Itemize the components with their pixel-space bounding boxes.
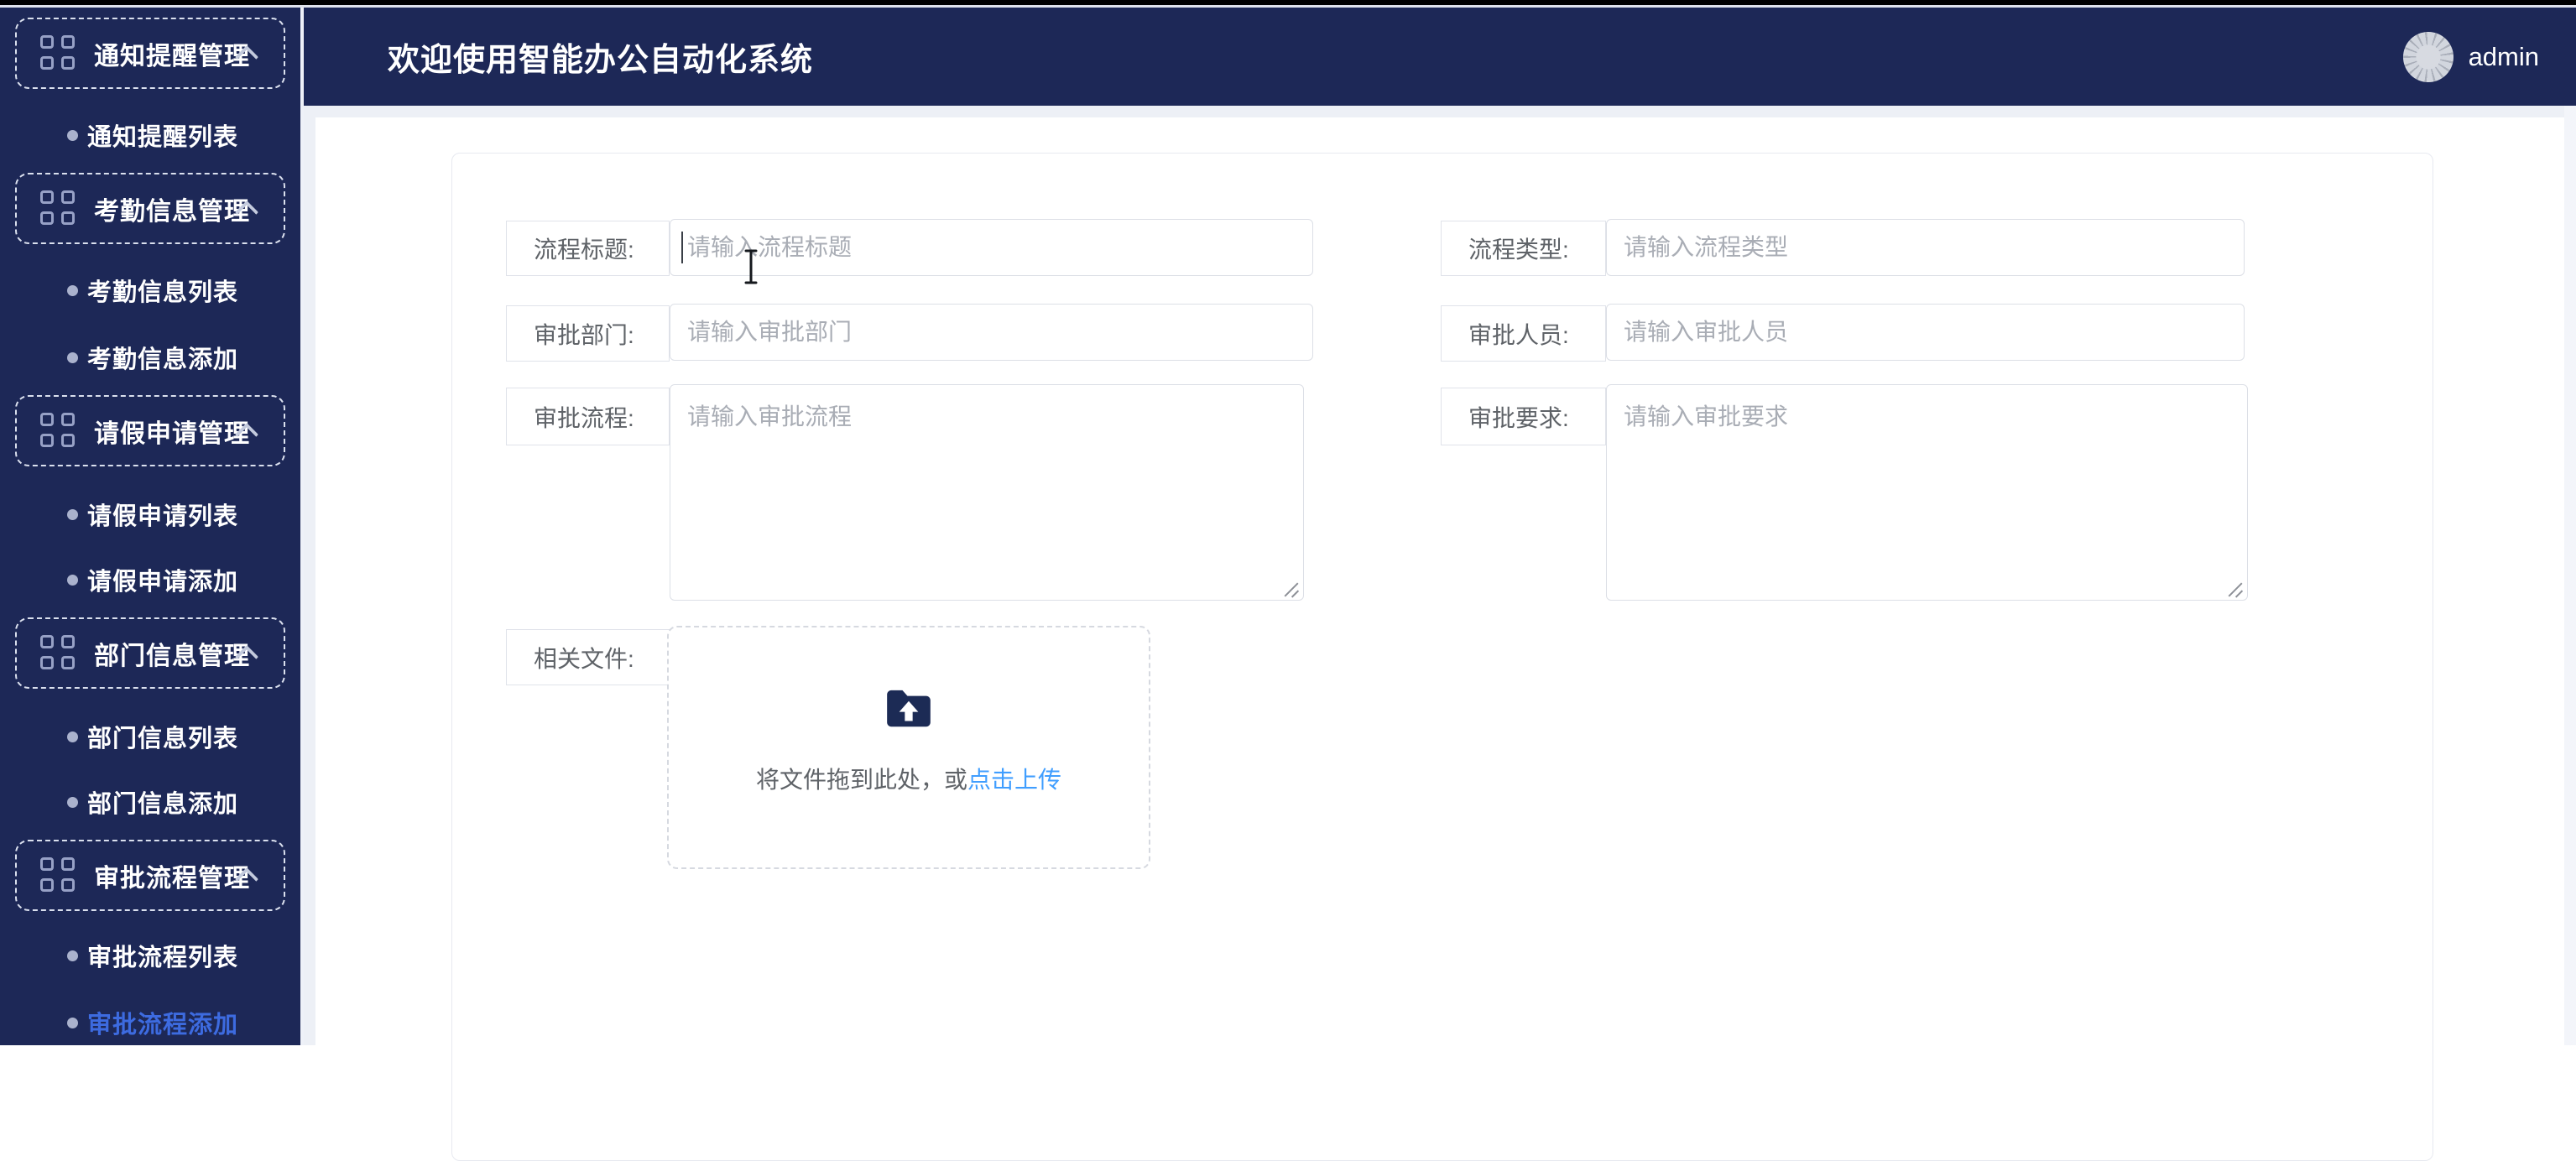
bullet-icon bbox=[67, 508, 78, 520]
user-avatar[interactable] bbox=[2402, 31, 2453, 82]
app-root: { "header": { "title": "欢迎使用智能办公自动化系统", … bbox=[0, 0, 2576, 1161]
field-label-approval-personnel: 审批人员: bbox=[1441, 305, 1606, 362]
scrollbar-gutter[interactable] bbox=[2564, 106, 2576, 1045]
sidebar-group-label: 审批流程管理 bbox=[94, 864, 250, 893]
bullet-icon bbox=[67, 950, 78, 961]
sidebar-group-label: 部门信息管理 bbox=[94, 642, 250, 670]
bullet-icon bbox=[67, 351, 78, 363]
bullet-icon bbox=[67, 796, 78, 808]
sidebar-item-attendance-add[interactable]: 考勤信息添加 bbox=[0, 324, 300, 391]
approval-process-textarea[interactable] bbox=[670, 384, 1304, 601]
sidebar-item-attendance-list[interactable]: 考勤信息列表 bbox=[0, 257, 300, 324]
file-upload-dropzone[interactable]: 将文件拖到此处，或点击上传 bbox=[667, 626, 1150, 869]
sidebar-group-label: 请假申请管理 bbox=[94, 419, 250, 448]
bullet-icon bbox=[67, 574, 78, 586]
sidebar-group-approval[interactable]: 审批流程管理 bbox=[15, 840, 285, 911]
bullet-icon bbox=[67, 731, 78, 742]
upload-hint: 将文件拖到此处，或点击上传 bbox=[756, 762, 1061, 795]
sidebar-group-attendance[interactable]: 考勤信息管理 bbox=[15, 173, 285, 244]
sidebar-item-approval-add[interactable]: 审批流程添加 bbox=[0, 989, 300, 1056]
sidebar-group-notification[interactable]: 通知提醒管理 bbox=[15, 18, 285, 89]
bullet-icon bbox=[67, 1017, 78, 1028]
sidebar-item-leave-add[interactable]: 请假申请添加 bbox=[0, 546, 300, 613]
sidebar-group-department[interactable]: 部门信息管理 bbox=[15, 617, 285, 689]
grid-icon bbox=[40, 412, 77, 450]
approval-personnel-input[interactable] bbox=[1606, 304, 2245, 361]
upload-click-link[interactable]: 点击上传 bbox=[967, 767, 1061, 793]
process-type-input[interactable] bbox=[1606, 219, 2245, 276]
field-label-approval-require: 审批要求: bbox=[1441, 388, 1606, 445]
sidebar-group-label: 考勤信息管理 bbox=[94, 197, 250, 226]
field-label-related-files: 相关文件: bbox=[506, 629, 670, 685]
upload-folder-icon bbox=[887, 690, 931, 727]
sidebar-item-department-add[interactable]: 部门信息添加 bbox=[0, 768, 300, 836]
grid-icon bbox=[40, 634, 77, 672]
grid-icon bbox=[40, 856, 77, 894]
sidebar-group-label: 通知提醒管理 bbox=[94, 42, 250, 70]
content-top-gap bbox=[304, 106, 2576, 117]
user-menu[interactable]: admin bbox=[2402, 8, 2539, 106]
username-label: admin bbox=[2468, 41, 2539, 71]
field-label-approval-department: 审批部门: bbox=[506, 305, 670, 362]
approval-require-textarea[interactable] bbox=[1606, 384, 2248, 601]
field-label-approval-process: 审批流程: bbox=[506, 388, 670, 445]
top-header: 欢迎使用智能办公自动化系统 admin bbox=[304, 8, 2576, 106]
sidebar-group-leave[interactable]: 请假申请管理 bbox=[15, 395, 285, 466]
sidebar-item-notification-list[interactable]: 通知提醒列表 bbox=[0, 102, 300, 169]
bullet-icon bbox=[67, 129, 78, 141]
sidebar-item-department-list[interactable]: 部门信息列表 bbox=[0, 703, 300, 770]
process-title-input[interactable] bbox=[670, 219, 1313, 276]
upload-drag-text: 将文件拖到此处，或 bbox=[755, 767, 967, 793]
approval-department-input[interactable] bbox=[670, 304, 1313, 361]
sidebar: 通知提醒管理 通知提醒列表 考勤信息管理 考勤信息列表 考勤信息添加 请假申请管… bbox=[0, 5, 304, 1045]
grid-icon bbox=[40, 190, 77, 227]
content-left-gap bbox=[304, 106, 315, 1045]
sidebar-item-leave-list[interactable]: 请假申请列表 bbox=[0, 481, 300, 548]
field-label-process-type: 流程类型: bbox=[1441, 221, 1606, 276]
window-top-divider bbox=[0, 5, 2576, 8]
field-label-process-title: 流程标题: bbox=[506, 221, 670, 276]
bullet-icon bbox=[67, 284, 78, 296]
sidebar-item-approval-list[interactable]: 审批流程列表 bbox=[0, 922, 300, 989]
page-title: 欢迎使用智能办公自动化系统 bbox=[388, 43, 814, 78]
grid-icon bbox=[40, 34, 77, 72]
text-caret bbox=[681, 232, 683, 263]
